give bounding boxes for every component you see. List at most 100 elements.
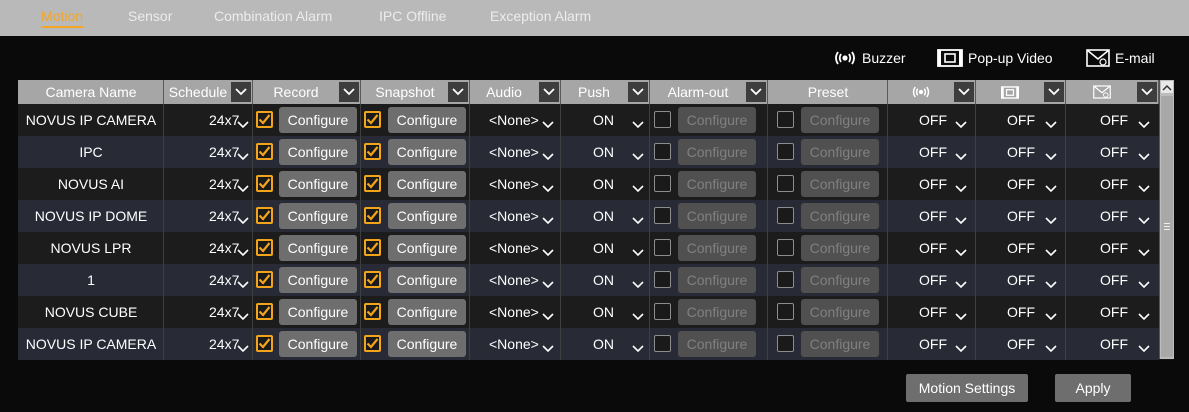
popup-video-select[interactable]: OFF xyxy=(976,328,1066,360)
apply-button[interactable]: Apply xyxy=(1055,374,1131,402)
audio-select[interactable]: <None> xyxy=(470,168,561,200)
record-checkbox[interactable] xyxy=(256,111,273,128)
preset-checkbox[interactable] xyxy=(777,111,794,128)
preset-configure-button[interactable]: Configure xyxy=(801,171,879,197)
record-checkbox[interactable] xyxy=(256,271,273,288)
alarm-out-configure-button[interactable]: Configure xyxy=(678,171,756,197)
preset-checkbox[interactable] xyxy=(777,271,794,288)
audio-header-dropdown[interactable] xyxy=(539,82,559,102)
alarm-out-configure-button[interactable]: Configure xyxy=(678,203,756,229)
audio-select[interactable]: <None> xyxy=(470,232,561,264)
push-select[interactable]: ON xyxy=(561,264,650,296)
push-select[interactable]: ON xyxy=(561,200,650,232)
push-select[interactable]: ON xyxy=(561,168,650,200)
snapshot-checkbox[interactable] xyxy=(364,207,381,224)
email-select[interactable]: OFF xyxy=(1066,168,1159,200)
buzzer-select[interactable]: OFF xyxy=(888,136,976,168)
email-select[interactable]: OFF xyxy=(1066,328,1159,360)
email-all-button[interactable]: E-mail xyxy=(1086,46,1155,70)
preset-checkbox[interactable] xyxy=(777,207,794,224)
buzzer-select[interactable]: OFF xyxy=(888,328,976,360)
email-select[interactable]: OFF xyxy=(1066,296,1159,328)
popup-video-select[interactable]: OFF xyxy=(976,232,1066,264)
buzzer-select[interactable]: OFF xyxy=(888,264,976,296)
push-select[interactable]: ON xyxy=(561,328,650,360)
schedule-select[interactable]: 24x7 xyxy=(164,232,253,264)
popup-video-select[interactable]: OFF xyxy=(976,200,1066,232)
record-checkbox[interactable] xyxy=(256,207,273,224)
snapshot-checkbox[interactable] xyxy=(364,111,381,128)
snapshot-header-dropdown[interactable] xyxy=(448,82,468,102)
email-select[interactable]: OFF xyxy=(1066,200,1159,232)
snapshot-configure-button[interactable]: Configure xyxy=(388,107,466,133)
email-select[interactable]: OFF xyxy=(1066,264,1159,296)
buzzer-select[interactable]: OFF xyxy=(888,296,976,328)
record-checkbox[interactable] xyxy=(256,335,273,352)
email-select[interactable]: OFF xyxy=(1066,136,1159,168)
record-configure-button[interactable]: Configure xyxy=(279,235,357,261)
buzzer-select[interactable]: OFF xyxy=(888,168,976,200)
tab-motion[interactable]: Motion xyxy=(41,8,84,28)
snapshot-checkbox[interactable] xyxy=(364,175,381,192)
buzzer-select[interactable]: OFF xyxy=(888,232,976,264)
popup-video-select[interactable]: OFF xyxy=(976,264,1066,296)
alarm-out-configure-button[interactable]: Configure xyxy=(678,139,756,165)
snapshot-configure-button[interactable]: Configure xyxy=(388,171,466,197)
schedule-select[interactable]: 24x7 xyxy=(164,168,253,200)
preset-configure-button[interactable]: Configure xyxy=(801,331,879,357)
preset-configure-button[interactable]: Configure xyxy=(801,235,879,261)
snapshot-configure-button[interactable]: Configure xyxy=(388,235,466,261)
preset-configure-button[interactable]: Configure xyxy=(801,139,879,165)
alarm-out-checkbox[interactable] xyxy=(654,207,671,224)
snapshot-configure-button[interactable]: Configure xyxy=(388,203,466,229)
schedule-select[interactable]: 24x7 xyxy=(164,200,253,232)
record-configure-button[interactable]: Configure xyxy=(279,203,357,229)
alarm-out-configure-button[interactable]: Configure xyxy=(678,299,756,325)
record-header-dropdown[interactable] xyxy=(339,82,359,102)
alarm-out-checkbox[interactable] xyxy=(654,303,671,320)
push-select[interactable]: ON xyxy=(561,232,650,264)
scroll-thumb[interactable] xyxy=(1161,96,1173,357)
alarm-out-configure-button[interactable]: Configure xyxy=(678,331,756,357)
buzzer-select[interactable]: OFF xyxy=(888,200,976,232)
alarm-out-checkbox[interactable] xyxy=(654,111,671,128)
preset-configure-button[interactable]: Configure xyxy=(801,267,879,293)
buzzer-select[interactable]: OFF xyxy=(888,104,976,136)
snapshot-checkbox[interactable] xyxy=(364,143,381,160)
preset-checkbox[interactable] xyxy=(777,303,794,320)
tab-combination-alarm[interactable]: Combination Alarm xyxy=(214,8,332,24)
preset-checkbox[interactable] xyxy=(777,239,794,256)
preset-configure-button[interactable]: Configure xyxy=(801,299,879,325)
preset-checkbox[interactable] xyxy=(777,143,794,160)
record-configure-button[interactable]: Configure xyxy=(279,139,357,165)
record-configure-button[interactable]: Configure xyxy=(279,331,357,357)
alarm-out-configure-button[interactable]: Configure xyxy=(678,235,756,261)
schedule-select[interactable]: 24x7 xyxy=(164,328,253,360)
popup-video-select[interactable]: OFF xyxy=(976,104,1066,136)
alarm-out-checkbox[interactable] xyxy=(654,175,671,192)
push-header-dropdown[interactable] xyxy=(628,82,648,102)
popup-video-select[interactable]: OFF xyxy=(976,296,1066,328)
schedule-header-dropdown[interactable] xyxy=(231,82,251,102)
record-configure-button[interactable]: Configure xyxy=(279,267,357,293)
email-header-dropdown[interactable] xyxy=(1137,82,1157,102)
alarm-out-configure-button[interactable]: Configure xyxy=(678,267,756,293)
email-select[interactable]: OFF xyxy=(1066,232,1159,264)
preset-checkbox[interactable] xyxy=(777,175,794,192)
push-select[interactable]: ON xyxy=(561,136,650,168)
record-configure-button[interactable]: Configure xyxy=(279,299,357,325)
buzzer-all-button[interactable]: Buzzer xyxy=(833,46,906,70)
audio-select[interactable]: <None> xyxy=(470,104,561,136)
snapshot-checkbox[interactable] xyxy=(364,335,381,352)
snapshot-checkbox[interactable] xyxy=(364,303,381,320)
popup-header-dropdown[interactable] xyxy=(1044,82,1064,102)
alarm-out-configure-button[interactable]: Configure xyxy=(678,107,756,133)
snapshot-configure-button[interactable]: Configure xyxy=(388,139,466,165)
record-checkbox[interactable] xyxy=(256,175,273,192)
record-configure-button[interactable]: Configure xyxy=(279,171,357,197)
schedule-select[interactable]: 24x7 xyxy=(164,296,253,328)
popup-video-select[interactable]: OFF xyxy=(976,168,1066,200)
preset-configure-button[interactable]: Configure xyxy=(801,107,879,133)
audio-select[interactable]: <None> xyxy=(470,136,561,168)
snapshot-configure-button[interactable]: Configure xyxy=(388,331,466,357)
